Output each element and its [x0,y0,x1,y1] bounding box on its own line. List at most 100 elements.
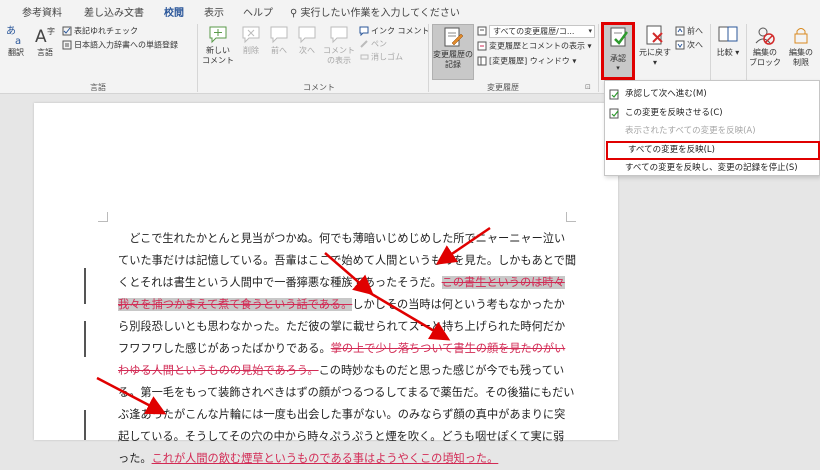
markup-select[interactable]: すべての変更履歴/コ... ▾ [489,25,595,38]
group-label-comments: コメント [303,83,335,92]
menu-item[interactable]: この変更を反映させる(C) [605,104,820,123]
reviewing-pane-button[interactable]: [変更履歴] ウィンドウ ▾ [477,56,576,67]
language-icon: A 字 [35,26,55,46]
document-line[interactable]: どこで生れたかとんと見当がつかぬ。何でも薄暗いじめじめした所でニャーニャー泣い [118,228,565,250]
next-comment-icon [298,26,316,44]
track-changes-icon [444,27,464,47]
restrict-editing-button[interactable]: 編集の 制限 [784,24,818,68]
chevron-down-icon: ▾ [569,56,577,66]
lock-icon [794,28,808,44]
body-text: どこで生れたかとんと見当がつかぬ。何でも薄暗いじめじめした所でニャーニャー泣い [118,232,566,245]
accept-item-icon [609,108,619,118]
search-box[interactable]: ⚲ 実行したい作業を入力してください [290,4,460,19]
document-line[interactable]: ていた事だけは記憶している。吾輩はここで始めて人間というものを見た。しかもあとで… [118,250,576,272]
next-comment-button[interactable]: 次へ [294,24,320,56]
deleted-text: 掌の上で少し落ちついて書生の顔を見たのがい [330,342,566,355]
previous-change-icon [675,26,685,36]
menu-item-label: 表示されたすべての変更を反映(A) [625,126,756,136]
menu-item-label: すべての変更を反映(L) [628,144,715,155]
previous-change-button[interactable]: 前へ [675,26,703,37]
ink-comment-button[interactable]: インク コメント [359,26,430,37]
document-line[interactable]: 起している。そうしてその穴の中から時々ぷうぷうと煙を吹く。どうも咽せぽくて実に弱 [118,426,564,448]
compare-button[interactable]: 比較 ▾ [713,24,743,58]
pen-button[interactable]: ペン [359,39,387,50]
group-label-tracking: 変更履歴 [487,83,519,92]
change-bar [84,410,86,440]
menu-item[interactable]: 表示されたすべての変更を反映(A) [605,122,820,141]
margin-corner-marker [98,212,108,222]
accept-dropdown-menu: 承認して次へ進む(M) この変更を反映させる(C) 表示されたすべての変更を反映(A… [604,80,820,176]
document-line[interactable]: 我々を捕つかまえて煮て食うという話である。しかしその当時は何という考もなかったか [118,294,565,316]
show-markup-icon [477,41,487,51]
chevron-down-icon: ▾ [652,58,657,67]
show-comments-button[interactable]: コメント の表示 [322,24,356,66]
reject-button[interactable]: 元に戻す ▾ [638,24,672,68]
svg-text:a: a [15,36,21,46]
accept-item-icon [609,89,619,100]
inserted-text: これが人間の飲む煙草というものである事はようやくこの頃知った。 [151,452,499,465]
chevron-down-icon: ▾ [585,41,592,51]
menu-item[interactable]: 承認して次へ進む(M) [605,85,820,104]
tab-mailings[interactable]: 差し込み文書 [84,4,144,19]
tab-review[interactable]: 校閲 [162,4,186,23]
accept-label: 承認 [610,54,626,63]
language-button[interactable]: A 字 言語 [32,24,58,58]
document-line[interactable]: ら別段恐しいとも思わなかった。ただ彼の掌に載せられてスーと持ち上げられた時何だか [118,316,565,338]
notation-check-button[interactable]: 表記ゆれチェック [62,26,138,37]
dialog-launcher-icon[interactable]: ⊡ [585,82,591,92]
compare-icon [718,26,738,42]
group-separator [428,24,429,92]
accept-button[interactable]: 承認 ▾ [601,22,635,80]
ink-comment-icon [359,26,369,36]
menu-item[interactable]: すべての変更を反映し、変更の記録を停止(S) [605,159,820,178]
body-text: フワフワした感じがあったばかりである。 [118,342,331,355]
tab-help[interactable]: ヘルプ [243,4,273,19]
reviewing-pane-icon [477,56,487,66]
eraser-icon [360,54,369,60]
block-authors-button[interactable]: 編集の ブロック [748,24,782,68]
body-text: る。第一毛をもって装飾されべきはずの顔がつるつるしてまるで薬缶だ。その後猫にもだ… [118,386,575,399]
track-changes-label-wrap: 変更履歴の 記録 [432,26,474,70]
delete-comment-icon [242,26,260,44]
next-change-icon [675,40,685,50]
block-authors-icon [755,27,775,45]
accept-icon [610,27,629,47]
tab-view[interactable]: 表示 [204,4,224,19]
svg-text:字: 字 [47,26,55,36]
document-line[interactable]: くとそれは書生という人間中で一番獰悪な種族であったそうだ。この書生というのは時々 [118,272,565,294]
group-separator [197,24,198,92]
tab-references[interactable]: 参考資料 [22,4,62,19]
body-text: ら別段恐しいとも思わなかった。ただ彼の掌に載せられてスーと持ち上げられた時何だか [118,320,566,333]
document-line[interactable]: ぶ逢あったがこんな片輪には一度も出会した事がない。のみならず顔の真中があまりに突 [118,404,565,426]
group-label-language: 言語 [90,83,106,92]
deleted-text: 我々を捕つかまえて煮て食うという話である。 [118,298,353,311]
previous-comment-icon [270,26,288,44]
new-comment-button[interactable]: 新しい コメント [200,24,236,66]
change-bar [84,321,86,357]
body-text: 起している。そうしてその穴の中から時々ぷうぷうと煙を吹く。どうも咽せぽくて実に弱 [118,430,565,443]
deleted-text: わゆる人間というものの見始であろう。 [118,364,319,377]
document-line[interactable]: る。第一毛をもって装飾されべきはずの顔がつるつるしてまるで薬缶だ。その後猫にもだ… [118,382,574,404]
chevron-down-icon: ▾ [588,27,592,35]
next-change-button[interactable]: 次へ [675,40,703,51]
body-text: ていた事だけは記憶している。吾輩はここで始めて人間というものを見た。しかもあとで… [118,254,577,267]
translate-button[interactable]: あ a 翻訳 [2,24,30,58]
menu-item[interactable]: すべての変更を反映(L) [606,140,820,160]
menu-item-label: すべての変更を反映し、変更の記録を停止(S) [625,163,798,173]
eraser-button[interactable]: 消しゴム [359,52,403,63]
document-line[interactable]: った。これが人間の飲む煙草というものである事はようやくこの頃知った。 [118,448,498,470]
chevron-down-icon: ▾ [616,64,620,72]
search-icon: ⚲ [290,8,298,19]
body-text: くとそれは書生という人間中で一番獰悪な種族であったそうだ。 [118,276,442,289]
delete-comment-button[interactable]: 削除 [238,24,264,56]
previous-comment-button[interactable]: 前へ [266,24,292,56]
reject-icon [646,25,663,45]
document-line[interactable]: わゆる人間というものの見始であろう。この時妙なものだと思った感じが今でも残ってい [118,360,564,382]
body-text: った。 [118,452,152,465]
document-line[interactable]: フワフワした感じがあったばかりである。掌の上で少し落ちついて書生の顔を見たのがい [118,338,565,360]
markup-icon [477,26,487,36]
dictionary-register-button[interactable]: 日本語入力辞書への単語登録 [62,40,178,51]
body-text: しかしその当時は何という考もなかったか [352,298,565,311]
show-markup-button[interactable]: 変更履歴とコメントの表示 ▾ [477,41,592,52]
dictionary-icon [62,40,72,50]
